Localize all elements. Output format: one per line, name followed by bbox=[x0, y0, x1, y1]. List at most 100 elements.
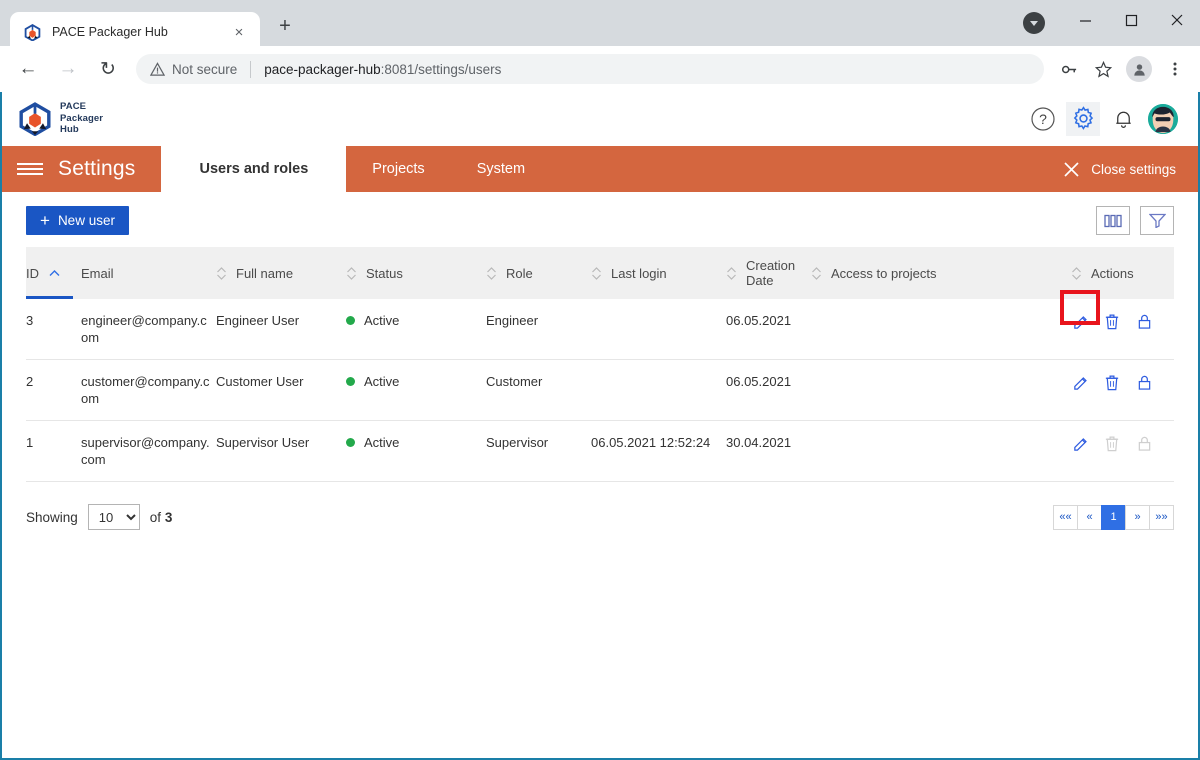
column-header-creation-date[interactable]: Creation Date bbox=[726, 247, 811, 299]
cell-access-to-projects bbox=[811, 299, 1071, 360]
lock-icon bbox=[1135, 434, 1153, 452]
pagination: «« « 1 » »» bbox=[1053, 504, 1174, 530]
edit-pencil-icon[interactable] bbox=[1060, 290, 1100, 330]
sort-icon bbox=[1072, 266, 1081, 280]
reload-button[interactable]: ↻ bbox=[91, 52, 125, 86]
window-maximize-button[interactable] bbox=[1108, 0, 1154, 40]
pagination-next[interactable]: » bbox=[1125, 504, 1150, 530]
browser-toolbar: ← → ↻ Not secure pace-packager-hub:8081/… bbox=[0, 46, 1200, 92]
new-user-label: New user bbox=[57, 213, 115, 228]
cell-status: Active bbox=[346, 299, 486, 360]
address-bar[interactable]: Not secure pace-packager-hub:8081/settin… bbox=[136, 54, 1044, 84]
notifications-bell-icon[interactable] bbox=[1106, 102, 1140, 136]
status-label: Active bbox=[364, 374, 400, 389]
status-label: Active bbox=[364, 313, 400, 328]
cell-email: supervisor@company.com bbox=[81, 420, 216, 482]
columns-icon[interactable] bbox=[1096, 206, 1130, 235]
column-label-id: ID bbox=[26, 265, 39, 281]
tab-strip: PACE Packager Hub × + bbox=[0, 0, 300, 52]
column-header-id[interactable]: ID bbox=[26, 247, 81, 299]
column-header-actions[interactable]: Actions bbox=[1071, 247, 1174, 299]
window-controls bbox=[1062, 0, 1200, 40]
warning-triangle-icon bbox=[150, 61, 165, 77]
hamburger-menu-icon[interactable] bbox=[2, 146, 58, 192]
delete-trash-icon[interactable] bbox=[1103, 312, 1121, 330]
browser-tab[interactable]: PACE Packager Hub × bbox=[10, 12, 260, 52]
column-label-actions: Actions bbox=[1091, 265, 1134, 281]
cell-id: 1 bbox=[26, 420, 81, 482]
tab-close-icon[interactable]: × bbox=[228, 21, 250, 43]
users-table-header: ID Email Full name Status Role Last logi… bbox=[26, 247, 1174, 299]
cell-email: customer@company.com bbox=[81, 359, 216, 421]
tab-users-and-roles[interactable]: Users and roles bbox=[161, 146, 347, 192]
filter-funnel-icon[interactable] bbox=[1140, 206, 1174, 235]
tab-projects[interactable]: Projects bbox=[346, 146, 450, 192]
page-size-select[interactable]: 10 25 50 100 bbox=[87, 504, 140, 530]
cell-creation-date: 30.04.2021 bbox=[726, 420, 811, 482]
header-actions: ? bbox=[1026, 101, 1180, 136]
column-header-access-to-projects[interactable]: Access to projects bbox=[811, 247, 1071, 299]
edit-pencil-icon[interactable] bbox=[1071, 373, 1089, 391]
pagination-first[interactable]: «« bbox=[1053, 504, 1078, 530]
menu-dots-icon[interactable] bbox=[1160, 54, 1190, 84]
column-header-email[interactable]: Email bbox=[81, 247, 216, 299]
column-label-email: Email bbox=[81, 265, 114, 281]
pagination-last[interactable]: »» bbox=[1149, 504, 1174, 530]
logo-line-1: PACE bbox=[60, 101, 87, 113]
pagination-page-1[interactable]: 1 bbox=[1101, 504, 1126, 530]
column-header-last-login[interactable]: Last login bbox=[591, 247, 726, 299]
cell-creation-date: 06.05.2021 bbox=[726, 359, 811, 421]
lock-icon[interactable] bbox=[1135, 373, 1153, 391]
forward-button[interactable]: → bbox=[51, 52, 85, 86]
tab-search-caret-icon[interactable] bbox=[1023, 12, 1045, 34]
cell-role: Engineer bbox=[486, 299, 591, 360]
new-user-button[interactable]: + New user bbox=[26, 206, 129, 235]
cell-id: 2 bbox=[26, 359, 81, 421]
table-row[interactable]: 2 customer@company.com Customer User Act… bbox=[26, 359, 1174, 421]
showing-controls: Showing 10 25 50 100 of 3 bbox=[26, 504, 172, 530]
column-label-full-name: Full name bbox=[236, 265, 294, 281]
close-settings-label: Close settings bbox=[1091, 161, 1176, 177]
table-row[interactable]: 3 engineer@company.com Engineer User Act… bbox=[26, 290, 1174, 360]
key-icon[interactable] bbox=[1054, 54, 1084, 84]
status-dot-icon bbox=[346, 377, 355, 386]
url-host: pace-packager-hub bbox=[264, 61, 381, 77]
column-header-status[interactable]: Status bbox=[346, 247, 486, 299]
user-avatar[interactable] bbox=[1146, 102, 1180, 136]
total-count: 3 bbox=[164, 509, 173, 525]
edit-pencil-icon[interactable] bbox=[1071, 434, 1089, 452]
star-icon[interactable] bbox=[1088, 54, 1118, 84]
settings-gear-icon[interactable] bbox=[1066, 101, 1100, 136]
column-header-full-name[interactable]: Full name bbox=[216, 247, 346, 299]
column-label-last-login: Last login bbox=[611, 265, 667, 281]
new-tab-button[interactable]: + bbox=[270, 11, 300, 41]
profile-avatar-icon[interactable] bbox=[1126, 56, 1152, 82]
settings-content: + New user ID Email Full name Status Rol… bbox=[2, 192, 1198, 530]
cell-last-login bbox=[591, 359, 726, 421]
app-logo[interactable]: PACE Packager Hub bbox=[18, 101, 103, 136]
column-label-creation-date: Creation Date bbox=[746, 258, 796, 288]
browser-titlebar: PACE Packager Hub × + bbox=[0, 0, 1200, 52]
tab-system[interactable]: System bbox=[451, 146, 551, 192]
window-minimize-button[interactable] bbox=[1062, 0, 1108, 40]
pagination-prev[interactable]: « bbox=[1077, 504, 1102, 530]
cell-last-login: 06.05.2021 12:52:24 bbox=[591, 420, 726, 482]
app-logo-text: PACE Packager Hub bbox=[60, 101, 103, 136]
sort-icon bbox=[592, 266, 601, 280]
delete-trash-icon[interactable] bbox=[1103, 373, 1121, 391]
column-header-role[interactable]: Role bbox=[486, 247, 591, 299]
cell-role: Supervisor bbox=[486, 420, 591, 482]
total-count-label: of 3 bbox=[150, 510, 173, 525]
cell-last-login bbox=[591, 299, 726, 360]
table-row[interactable]: 1 supervisor@company.com Supervisor User… bbox=[26, 420, 1174, 482]
sort-icon bbox=[727, 266, 736, 280]
cell-status: Active bbox=[346, 359, 486, 421]
window-close-button[interactable] bbox=[1154, 0, 1200, 40]
back-button[interactable]: ← bbox=[11, 52, 45, 86]
url-text: pace-packager-hub:8081/settings/users bbox=[264, 62, 501, 77]
help-icon[interactable]: ? bbox=[1026, 102, 1060, 136]
logo-line-3: Hub bbox=[60, 124, 79, 136]
close-settings-button[interactable]: Close settings bbox=[1063, 146, 1198, 192]
url-path: :8081/settings/users bbox=[380, 61, 502, 77]
lock-icon[interactable] bbox=[1135, 312, 1153, 330]
